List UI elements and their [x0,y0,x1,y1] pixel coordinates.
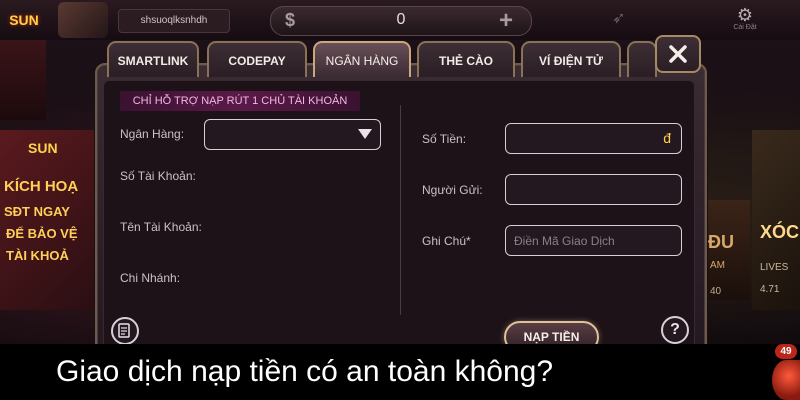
top-bar: SUN shsuoqlksnhdh $ 0 + ➶ ⚙ Cài Đặt [0,0,800,40]
currency-symbol: đ [663,130,671,146]
amount-input[interactable] [506,124,681,153]
account-number-label: Số Tài Khoản: [120,169,196,183]
settings-label: Cài Đặt [733,24,757,31]
receipt-icon [118,323,130,338]
tab-codepay[interactable]: CODEPAY [207,41,307,77]
sender-field[interactable] [505,174,682,205]
rocket-icon[interactable]: ➶ [612,8,625,28]
side-card-top[interactable] [0,40,46,120]
tab-vi-dien-tu[interactable]: VÍ ĐIỆN TỬ [521,41,621,77]
username-display: shsuoqlksnhdh [118,9,230,33]
bank-select[interactable] [204,119,381,150]
notification-badge: 49 [775,344,797,359]
game-card-right[interactable]: XÓC LIVES 4.71 [752,130,800,310]
account-name-label: Tên Tài Khoản: [120,220,202,234]
article-caption: Giao dịch nạp tiền có an toàn không? [0,344,800,400]
game-card-count: 40 [710,286,722,297]
gear-icon: ⚙ [736,5,754,25]
avatar[interactable] [58,2,108,38]
promo-card[interactable]: SUN KÍCH HOẠ SĐT NGAY ĐỂ BẢO VỆ TÀI KHOẢ [0,130,96,310]
settings-button[interactable]: ⚙ Cài Đặt [728,6,762,31]
sender-label: Người Gửi: [422,183,483,197]
promo-line-4: TÀI KHOẢ [6,248,69,263]
close-button[interactable] [655,35,701,73]
help-button[interactable]: ? [661,316,689,344]
branch-label: Chi Nhánh: [120,271,181,285]
add-funds-button[interactable]: + [499,7,513,35]
transaction-history-button[interactable] [111,317,139,345]
game-card-sub: LIVES [760,262,789,273]
amount-label: Số Tiền: [422,132,467,146]
column-divider [400,105,401,315]
deposit-dialog: SMARTLINK CODEPAY NGÂN HÀNG THẺ CÀO VÍ Đ… [95,35,707,357]
promo-line-1: KÍCH HOẠ [4,178,79,195]
sun-logo: SUN [9,12,39,28]
balance-bar: $ 0 + [270,6,532,36]
game-card-title: XÓC [760,222,800,242]
game-card-count: 4.71 [760,284,780,295]
tab-the-cao[interactable]: THẺ CÀO [417,41,515,77]
game-card-middle[interactable]: ĐU AM 40 [706,200,750,300]
corner-logo [772,360,800,400]
sender-input[interactable] [506,175,681,204]
note-label: Ghi Chú* [422,234,471,248]
promo-logo: SUN [28,140,58,156]
chevron-down-icon [358,129,372,139]
tab-ngan-hang[interactable]: NGÂN HÀNG [313,41,411,77]
promo-line-3: ĐỂ BẢO VỆ [6,226,78,241]
promo-line-2: SĐT NGAY [4,204,70,219]
note-field[interactable] [505,225,682,256]
close-icon [669,45,687,63]
single-owner-notice: CHỈ HỖ TRỢ NẠP RÚT 1 CHỦ TÀI KHOẢN [120,91,360,111]
bank-label: Ngân Hàng: [120,127,185,141]
game-card-sub: AM [710,260,725,271]
bank-deposit-form: CHỈ HỖ TRỢ NẠP RÚT 1 CHỦ TÀI KHOẢN Ngân … [103,80,695,353]
tab-more[interactable] [627,41,657,77]
game-card-title: ĐU [708,232,734,252]
amount-field[interactable]: đ [505,123,682,154]
tab-smartlink[interactable]: SMARTLINK [107,41,199,77]
note-input[interactable] [506,226,681,255]
balance-value: 0 [396,11,406,28]
